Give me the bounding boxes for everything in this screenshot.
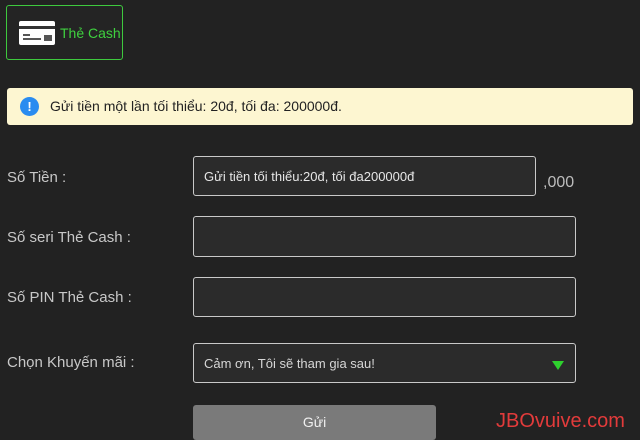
- promotion-label: Chọn Khuyến mãi :: [7, 354, 135, 371]
- promotion-selected-value: Cảm ơn, Tôi sẽ tham gia sau!: [204, 356, 375, 371]
- amount-suffix: ,000: [543, 174, 575, 191]
- payment-method-the-cash[interactable]: Thẻ Cash: [6, 5, 123, 60]
- amount-label: Số Tiền :: [7, 169, 67, 186]
- promotion-select[interactable]: Cảm ơn, Tôi sẽ tham gia sau!: [193, 343, 576, 383]
- notice-text: Gửi tiền một lần tối thiểu: 20đ, tối đa:…: [50, 98, 342, 114]
- pin-label: Số PIN Thẻ Cash :: [7, 289, 132, 306]
- serial-label: Số seri Thẻ Cash :: [7, 229, 131, 246]
- chevron-down-icon: [552, 361, 564, 370]
- info-icon: !: [20, 97, 39, 116]
- payment-method-label: Thẻ Cash: [60, 25, 121, 41]
- watermark: JBOvuive.com: [496, 410, 625, 432]
- serial-input[interactable]: [193, 216, 576, 257]
- card-icon: [18, 20, 56, 46]
- amount-input[interactable]: [193, 156, 536, 196]
- submit-button[interactable]: Gửi: [193, 405, 436, 440]
- pin-input[interactable]: [193, 277, 576, 317]
- deposit-limit-notice: ! Gửi tiền một lần tối thiểu: 20đ, tối đ…: [7, 88, 633, 125]
